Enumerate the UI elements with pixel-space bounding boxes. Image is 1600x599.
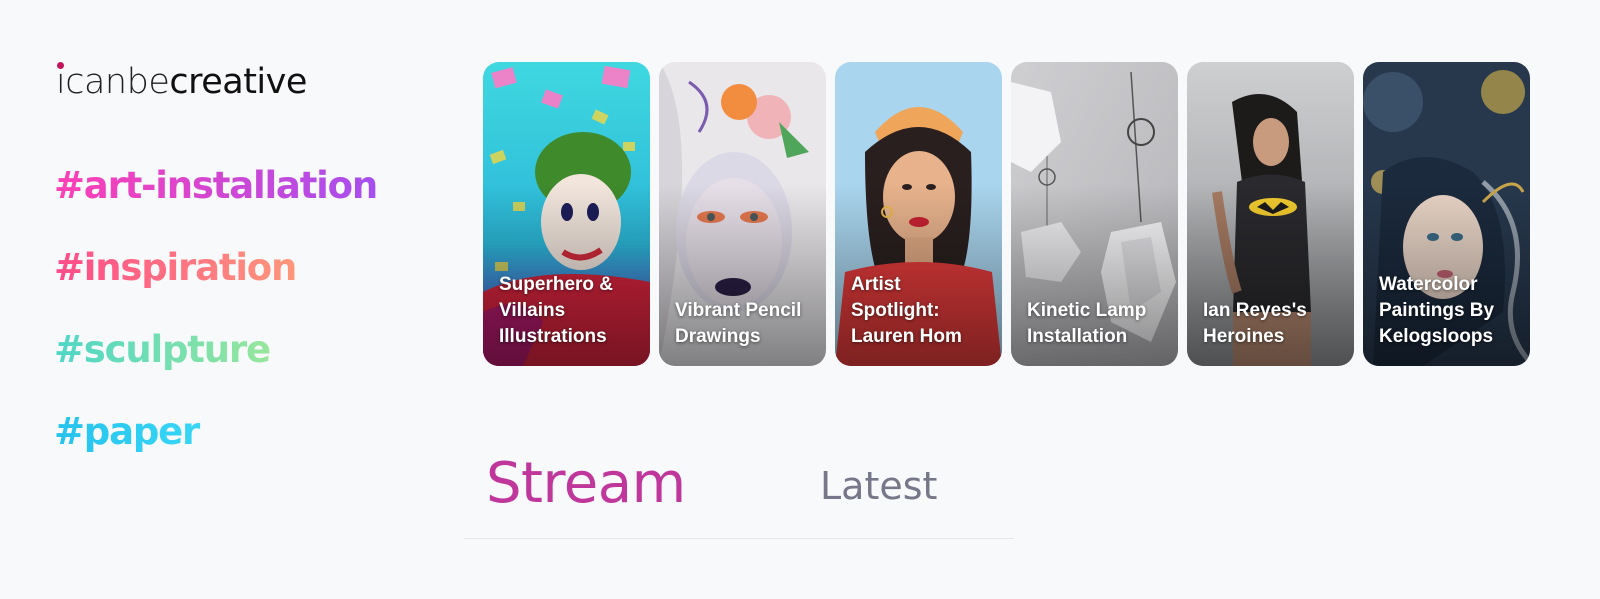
card-caption: Kinetic Lamp Installation [1027,300,1147,347]
story-card-ian-reyes[interactable]: Ian Reyes's Heroines [1187,62,1354,366]
logo-dot [57,62,64,69]
tab-divider [464,538,1014,539]
card-caption: Vibrant Pencil Drawings [675,300,802,347]
story-card-pencil-drawings[interactable]: Vibrant Pencil Drawings [659,62,826,366]
card-caption: Watercolor Paintings By Kelogsloops [1379,274,1495,347]
tag-paper[interactable]: #paper [54,406,204,488]
story-card-superhero[interactable]: Superhero & Villains Illustrations [483,62,650,366]
logo-text-bold: creative [169,62,307,102]
story-card-lauren-hom[interactable]: Artist Spotlight: Lauren Hom [835,62,1002,366]
tag-art-installation[interactable]: #art-installation [54,160,384,242]
story-card-watercolor[interactable]: Watercolor Paintings By Kelogsloops [1363,62,1530,366]
story-card-kinetic-lamp[interactable]: Kinetic Lamp Installation [1011,62,1178,366]
logo-text-light: icanbe [56,62,170,102]
card-caption: Superhero & Villains Illustrations [499,274,614,347]
card-caption: Artist Spotlight: Lauren Hom [851,274,962,347]
hashtag-nav: #art-installation #inspiration #sculptur… [54,160,384,488]
tab-latest[interactable]: Latest [820,460,937,512]
story-cards: Superhero & Villains Illustrations Vibra… [483,62,1530,366]
site-logo[interactable]: icanbecreative [56,58,307,106]
tag-sculpture[interactable]: #sculpture [54,324,274,406]
tag-inspiration[interactable]: #inspiration [54,242,304,324]
card-caption: Ian Reyes's Heroines [1203,300,1307,347]
tab-stream[interactable]: Stream [486,448,686,520]
